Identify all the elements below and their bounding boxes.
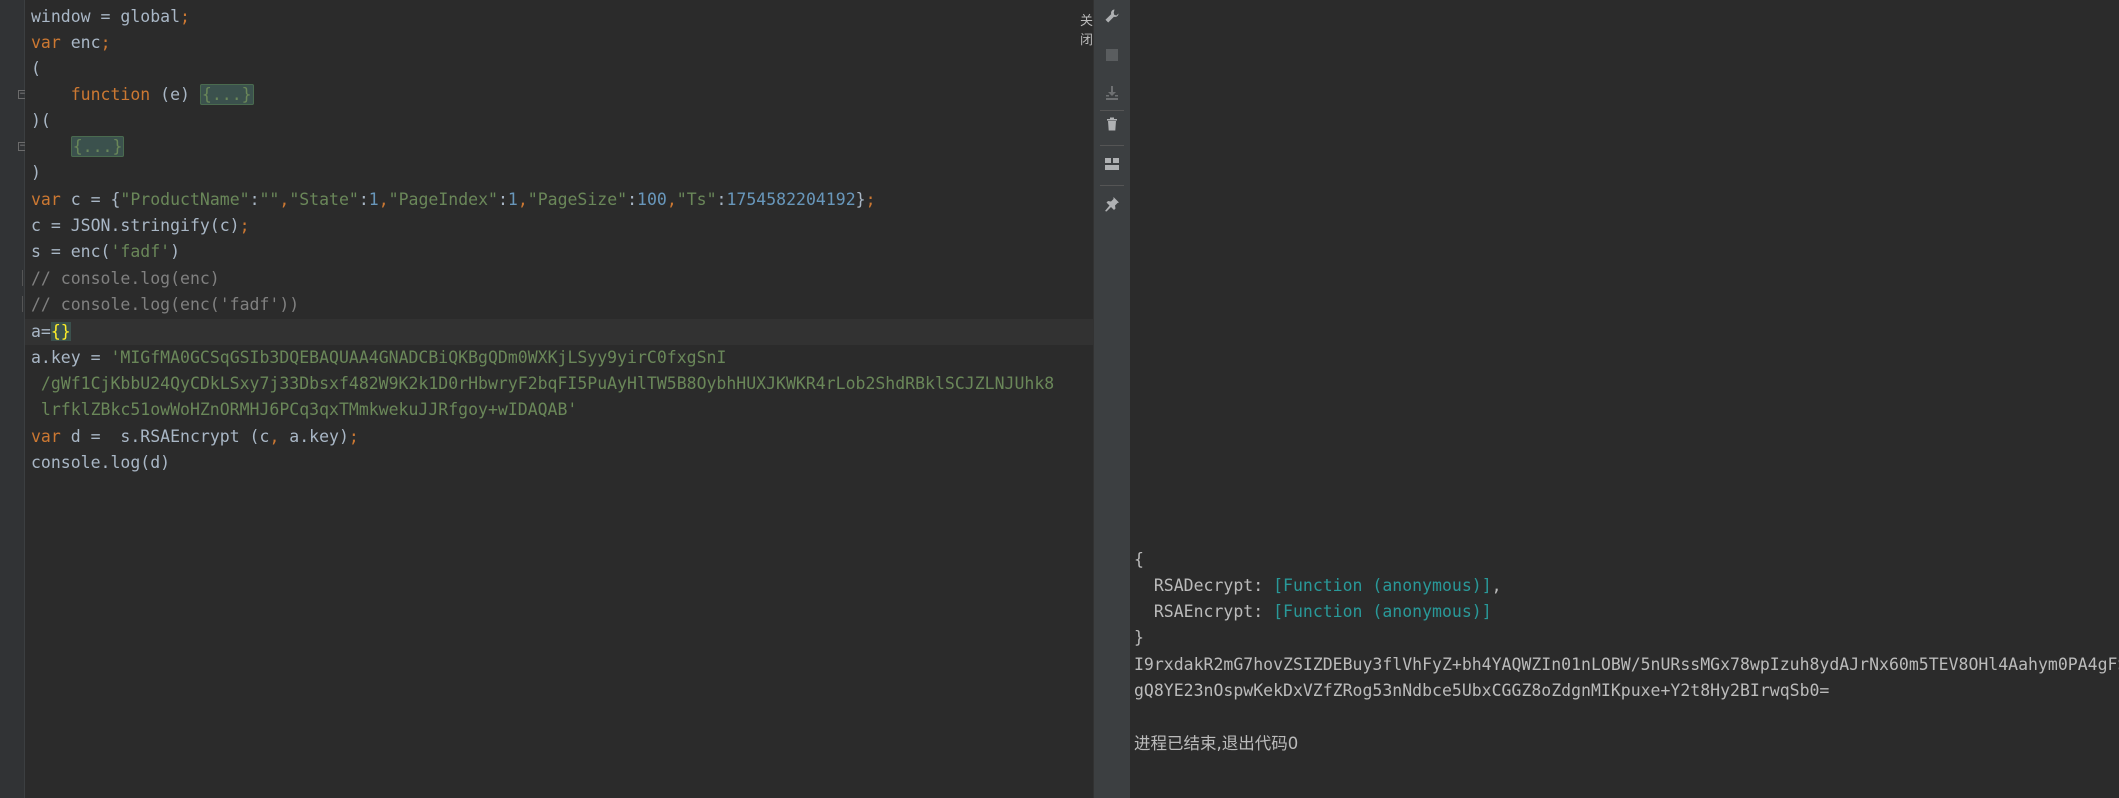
console-line: } xyxy=(1134,628,1144,647)
scroll-to-end-icon[interactable] xyxy=(1102,83,1122,103)
console-output[interactable]: { RSADecrypt: [Function (anonymous)], RS… xyxy=(1130,0,2119,798)
code-line: /gWf1CjKbbU24QyCDkLSxy7j33Dbsxf482W9K2k1… xyxy=(31,374,1055,393)
code-line: var enc; xyxy=(31,33,111,52)
process-exit-message: 进程已结束,退出代码0 xyxy=(1134,734,1299,753)
toolbar-separator xyxy=(1100,185,1124,186)
wrench-icon[interactable] xyxy=(1102,6,1122,26)
stop-icon[interactable] xyxy=(1102,45,1122,65)
console-line: { xyxy=(1134,550,1144,569)
code-line: var c = {"ProductName":"","State":1,"Pag… xyxy=(31,190,876,209)
code-line: c = JSON.stringify(c); xyxy=(31,216,250,235)
code-line: ) xyxy=(31,163,41,182)
matched-brace: {} xyxy=(50,322,71,341)
code-line: {...} xyxy=(31,134,125,160)
code-line: a={} xyxy=(31,322,71,341)
code-line: var d = s.RSAEncrypt (c, a.key); xyxy=(31,427,359,446)
editor-gutter: − − xyxy=(0,0,27,798)
toolbar-separator xyxy=(1100,110,1124,111)
code-line: function (e) {...} xyxy=(70,84,254,105)
folded-code-block[interactable]: {...} xyxy=(199,84,254,105)
fold-marker xyxy=(22,296,23,312)
trash-icon[interactable] xyxy=(1102,114,1122,134)
code-line: s = enc('fadf') xyxy=(31,242,181,261)
code-line-comment: // console.log(enc('fadf')) xyxy=(31,295,300,314)
code-line: lrfklZBkc51owWoHZnORMHJ6PCq3qxTMmkwekuJJ… xyxy=(31,400,578,419)
layout-icon[interactable] xyxy=(1102,154,1122,174)
code-line: )( xyxy=(31,111,51,130)
code-line: ( xyxy=(31,59,41,78)
code-editor[interactable]: window = global; var enc; ( function (e)… xyxy=(25,0,1118,798)
current-line-highlight xyxy=(25,319,1093,345)
code-line-comment: // console.log(enc) xyxy=(31,269,220,288)
fold-marker xyxy=(22,270,23,286)
code-line: window = global; xyxy=(31,7,190,26)
toolbar-separator xyxy=(1100,145,1124,146)
code-line: console.log(d) xyxy=(31,453,171,472)
code-line: a.key = 'MIGfMA0GCSqGSIb3DQEBAQUAA4GNADC… xyxy=(31,348,727,367)
run-toolbar xyxy=(1093,0,1131,798)
console-line: RSAEncrypt: [Function (anonymous)] xyxy=(1134,602,1492,621)
pin-icon[interactable] xyxy=(1102,194,1122,214)
console-line: I9rxdakR2mG7hovZSIZDEBuy3flVhFyZ+bh4YAQW… xyxy=(1134,655,2119,674)
console-line: RSADecrypt: [Function (anonymous)], xyxy=(1134,576,1502,595)
folded-code-block[interactable]: {...} xyxy=(70,136,125,157)
close-button[interactable]: 关闭 xyxy=(1080,10,1093,48)
console-line: gQ8YE23nOspwKekDxVZfZRog53nNdbce5UbxCGGZ… xyxy=(1134,681,1830,700)
